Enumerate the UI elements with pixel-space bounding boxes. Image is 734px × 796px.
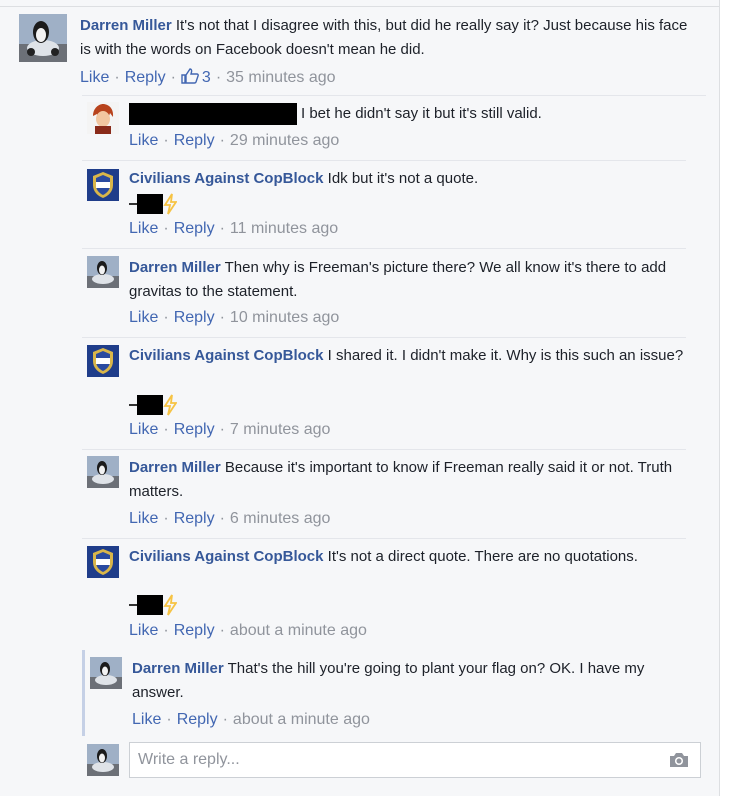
avatar[interactable] xyxy=(87,256,119,288)
like-button[interactable]: Like xyxy=(129,132,158,149)
reply-button[interactable]: Reply xyxy=(125,69,166,86)
redacted-signature xyxy=(129,193,178,215)
new-comment-highlight xyxy=(82,650,85,736)
timestamp[interactable]: about a minute ago xyxy=(230,622,367,639)
reply-button[interactable]: Reply xyxy=(174,510,215,527)
comment-text: Idk but it's not a quote. xyxy=(327,170,479,187)
redacted-signature xyxy=(129,394,178,416)
divider xyxy=(82,538,686,539)
like-button[interactable]: Like xyxy=(129,622,158,639)
comment-actions: Like · Reply · 3 · 35 minutes ago xyxy=(80,68,336,86)
author-name[interactable]: Darren Miller xyxy=(129,459,221,476)
avatar[interactable] xyxy=(19,14,67,62)
like-button[interactable]: Like xyxy=(129,510,158,527)
comment-text: It's not a direct quote. There are no qu… xyxy=(327,548,638,565)
divider xyxy=(82,160,686,161)
redhead-cartoon-avatar-icon xyxy=(87,102,119,134)
penguin-car-avatar-icon xyxy=(90,657,122,689)
author-name[interactable]: Civilians Against CopBlock xyxy=(129,170,323,187)
like-button[interactable]: Like xyxy=(129,220,158,237)
like-button[interactable]: Like xyxy=(132,711,161,728)
reply-button[interactable]: Reply xyxy=(177,711,218,728)
comment-body: Civilians Against CopBlock I shared it. … xyxy=(129,344,684,368)
author-name[interactable]: Darren Miller xyxy=(80,17,172,34)
author-name[interactable]: Civilians Against CopBlock xyxy=(129,347,323,364)
penguin-car-avatar-icon xyxy=(87,256,119,288)
comment-actions: Like · Reply · about a minute ago xyxy=(132,711,370,728)
redacted-signature xyxy=(129,594,178,616)
timestamp[interactable]: 6 minutes ago xyxy=(230,510,331,527)
comment-actions: Like · Reply · 7 minutes ago xyxy=(129,421,331,438)
comment-body: Civilians Against CopBlock It's not a di… xyxy=(129,545,684,569)
divider xyxy=(82,248,686,249)
comment-actions: Like · Reply · 6 minutes ago xyxy=(129,510,331,527)
reply-button[interactable]: Reply xyxy=(174,220,215,237)
avatar[interactable] xyxy=(87,456,119,488)
timestamp[interactable]: about a minute ago xyxy=(233,711,370,728)
lightning-icon xyxy=(163,193,178,215)
stand-with-cops-badge-icon xyxy=(87,345,119,377)
lightning-icon xyxy=(163,394,178,416)
divider xyxy=(0,6,720,7)
author-name[interactable]: Darren Miller xyxy=(129,259,221,276)
penguin-car-avatar-icon xyxy=(87,744,119,776)
penguin-car-avatar-icon xyxy=(87,456,119,488)
comment-body: I bet he didn't say it but it's still va… xyxy=(129,102,689,126)
composer-avatar xyxy=(87,744,119,776)
like-button[interactable]: Like xyxy=(129,309,158,326)
comment-text: I bet he didn't say it but it's still va… xyxy=(301,105,542,122)
like-button[interactable]: Like xyxy=(129,421,158,438)
timestamp[interactable]: 7 minutes ago xyxy=(230,421,331,438)
timestamp[interactable]: 29 minutes ago xyxy=(230,132,339,149)
like-count[interactable]: 3 xyxy=(202,69,211,86)
reply-button[interactable]: Reply xyxy=(174,309,215,326)
comment-actions: Like · Reply · 11 minutes ago xyxy=(129,220,339,237)
redacted-author-name xyxy=(129,103,297,126)
avatar[interactable] xyxy=(90,657,122,689)
comment-body: Darren Miller It's not that I disagree w… xyxy=(80,14,700,62)
avatar[interactable] xyxy=(87,546,119,578)
comment-body: Civilians Against CopBlock Idk but it's … xyxy=(129,167,689,191)
comment-actions: Like · Reply · 29 minutes ago xyxy=(129,132,340,149)
reply-input[interactable] xyxy=(130,743,630,777)
comment-body: Darren Miller That's the hill you're goi… xyxy=(132,657,687,705)
divider xyxy=(82,449,686,450)
reply-button[interactable]: Reply xyxy=(174,132,215,149)
avatar[interactable] xyxy=(87,102,119,134)
lightning-icon xyxy=(163,594,178,616)
reply-button[interactable]: Reply xyxy=(174,622,215,639)
comment-text: I shared it. I didn't make it. Why is th… xyxy=(327,347,684,364)
reply-composer[interactable] xyxy=(129,742,701,778)
avatar[interactable] xyxy=(87,169,119,201)
stand-with-cops-badge-icon xyxy=(87,546,119,578)
penguin-car-avatar-icon xyxy=(19,14,67,62)
avatar[interactable] xyxy=(87,345,119,377)
divider xyxy=(82,337,686,338)
comment-actions: Like · Reply · 10 minutes ago xyxy=(129,309,340,326)
stand-with-cops-badge-icon xyxy=(87,169,119,201)
thumbs-up-icon xyxy=(181,68,199,84)
comment-body: Darren Miller Then why is Freeman's pict… xyxy=(129,256,684,304)
timestamp[interactable]: 10 minutes ago xyxy=(230,309,339,326)
author-name[interactable]: Darren Miller xyxy=(132,660,224,677)
comment-thread: Darren Miller It's not that I disagree w… xyxy=(0,0,720,796)
timestamp[interactable]: 35 minutes ago xyxy=(226,69,335,86)
divider xyxy=(82,95,706,96)
comment-actions: Like · Reply · about a minute ago xyxy=(129,622,367,639)
camera-icon[interactable] xyxy=(668,751,690,773)
comment-text: It's not that I disagree with this, but … xyxy=(80,17,688,58)
timestamp[interactable]: 11 minutes ago xyxy=(230,220,338,237)
like-button[interactable]: Like xyxy=(80,69,109,86)
author-name[interactable]: Civilians Against CopBlock xyxy=(129,548,323,565)
reply-button[interactable]: Reply xyxy=(174,421,215,438)
comment-body: Darren Miller Because it's important to … xyxy=(129,456,689,504)
